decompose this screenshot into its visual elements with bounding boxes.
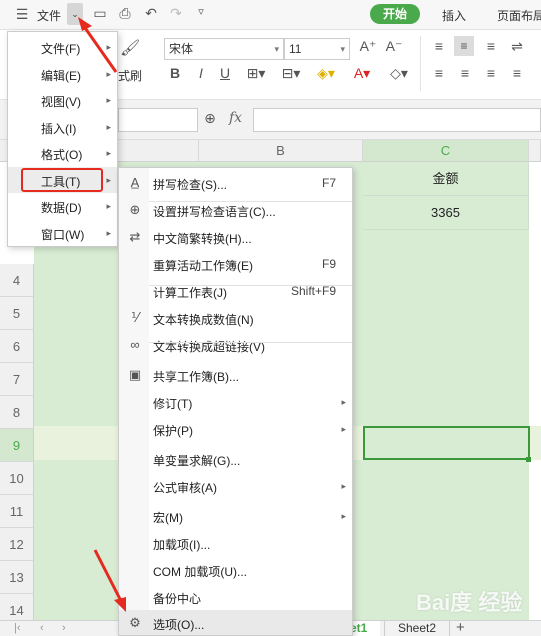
annotation-arrow-top (81, 24, 118, 73)
annotation-overlay (78, 17, 126, 612)
annotation-arrow-bottom (93, 549, 124, 604)
annotation-arrowhead-bottom (114, 597, 126, 612)
watermark-logo: Bai度 经验 (416, 590, 523, 615)
annotation-arrowhead-top (78, 17, 92, 31)
